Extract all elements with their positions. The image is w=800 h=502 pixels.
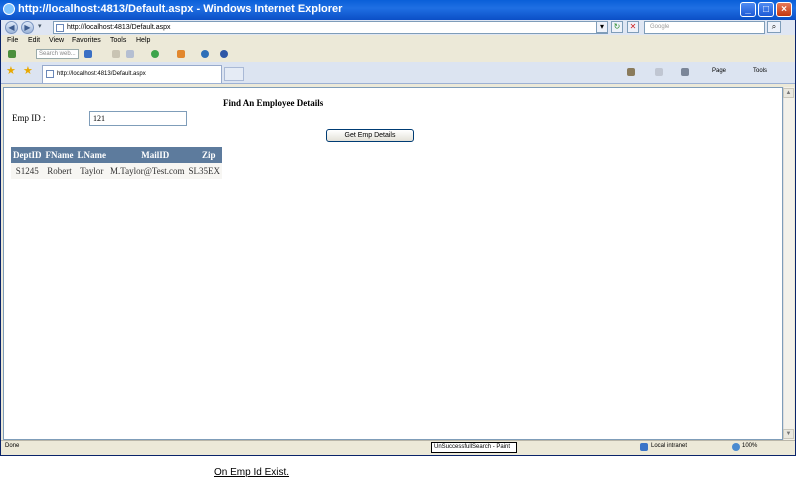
grid-cell: Robert <box>43 163 76 179</box>
favorites-star-icon[interactable]: ★ <box>6 66 16 77</box>
feeds-icon[interactable] <box>655 68 663 76</box>
get-emp-details-button[interactable]: Get Emp Details <box>326 129 414 142</box>
add-favorites-icon[interactable]: ★ <box>23 66 33 77</box>
grid-cell: SL35EX <box>186 163 223 179</box>
back-icon[interactable]: ◀ <box>5 21 18 34</box>
toolbar-addon-icon[interactable] <box>151 50 159 58</box>
menu-favorites[interactable]: Favorites <box>72 37 101 44</box>
toolbar-search-icon[interactable] <box>84 50 92 58</box>
grid-header: LName <box>75 147 108 163</box>
figure-caption: On Emp Id Exist. <box>214 467 290 478</box>
status-text: Done <box>5 443 20 449</box>
menu-view[interactable]: View <box>49 37 64 44</box>
toolbar-globe-icon[interactable] <box>201 50 209 58</box>
grid-header-row: DeptID FName LName MailID Zip <box>11 147 223 163</box>
toolbar-search-input[interactable]: Search web... <box>36 49 79 59</box>
menu-help[interactable]: Help <box>136 37 150 44</box>
vertical-scrollbar[interactable] <box>783 87 794 440</box>
toolbar-help-icon[interactable] <box>220 50 228 58</box>
close-button[interactable]: × <box>776 2 792 17</box>
grid-header: Zip <box>186 147 223 163</box>
security-zone: Local intranet <box>651 443 688 449</box>
emp-id-label: Emp ID : <box>12 113 46 123</box>
home-icon[interactable] <box>627 68 635 76</box>
grid-header: MailID <box>108 147 187 163</box>
zoom-icon <box>732 443 740 451</box>
toolbar-mail-icon[interactable] <box>126 50 134 58</box>
grid-cell: Taylor <box>75 163 108 179</box>
address-text: http://localhost:4813/Default.aspx <box>67 24 171 31</box>
tab-title: http://localhost:4813/Default.aspx <box>57 71 146 77</box>
toolbar <box>1 47 795 61</box>
intranet-icon <box>640 443 648 451</box>
menu-tools[interactable]: Tools <box>110 37 126 44</box>
page-menu[interactable]: Page <box>712 68 726 74</box>
address-bar[interactable]: http://localhost:4813/Default.aspx <box>53 21 608 34</box>
scroll-down-icon[interactable]: ▼ <box>783 429 794 439</box>
page-title: Find An Employee Details <box>223 98 324 108</box>
tab-default[interactable]: http://localhost:4813/Default.aspx <box>42 65 222 83</box>
address-dropdown-icon[interactable]: ▾ <box>596 21 608 33</box>
tab-page-icon <box>46 70 54 78</box>
minimize-button[interactable]: _ <box>740 2 756 17</box>
toolbar-bookmark-icon[interactable] <box>177 50 185 58</box>
table-row: S1245 Robert Taylor M.Taylor@Test.com SL… <box>11 163 223 179</box>
employee-grid: DeptID FName LName MailID Zip S1245 Robe… <box>11 147 223 179</box>
title-bar[interactable]: http://localhost:4813/Default.aspx - Win… <box>0 0 796 20</box>
stop-icon[interactable]: ✕ <box>627 21 639 33</box>
zoom-level[interactable]: 100% <box>742 443 757 449</box>
menu-bar: File Edit View Favorites Tools Help <box>1 35 795 47</box>
search-input[interactable]: Google <box>644 21 765 34</box>
toolbar-separator-icon <box>112 50 120 58</box>
forward-icon[interactable]: ▶ <box>21 21 34 34</box>
new-tab-button[interactable] <box>224 67 244 81</box>
menu-file[interactable]: File <box>7 37 18 44</box>
emp-id-input[interactable] <box>89 111 187 126</box>
grid-cell: S1245 <box>11 163 44 179</box>
window-title: http://localhost:4813/Default.aspx - Win… <box>18 3 343 15</box>
grid-header: FName <box>43 147 76 163</box>
ie-logo-icon <box>3 3 15 15</box>
toolbar-logo-icon[interactable] <box>8 50 16 58</box>
maximize-button[interactable]: □ <box>758 2 774 17</box>
history-dropdown-icon[interactable]: ▾ <box>38 22 42 30</box>
print-icon[interactable] <box>681 68 689 76</box>
refresh-icon[interactable]: ↻ <box>611 21 623 33</box>
taskbar-paint-item[interactable]: UnSuccessfullSearch - Paint <box>431 442 517 453</box>
menu-edit[interactable]: Edit <box>28 37 40 44</box>
grid-header: DeptID <box>11 147 44 163</box>
grid-cell: M.Taylor@Test.com <box>108 163 187 179</box>
scroll-up-icon[interactable]: ▲ <box>783 88 794 98</box>
search-icon[interactable]: ⌕ <box>767 21 781 33</box>
page-icon <box>56 24 64 32</box>
tools-menu[interactable]: Tools <box>753 68 767 74</box>
